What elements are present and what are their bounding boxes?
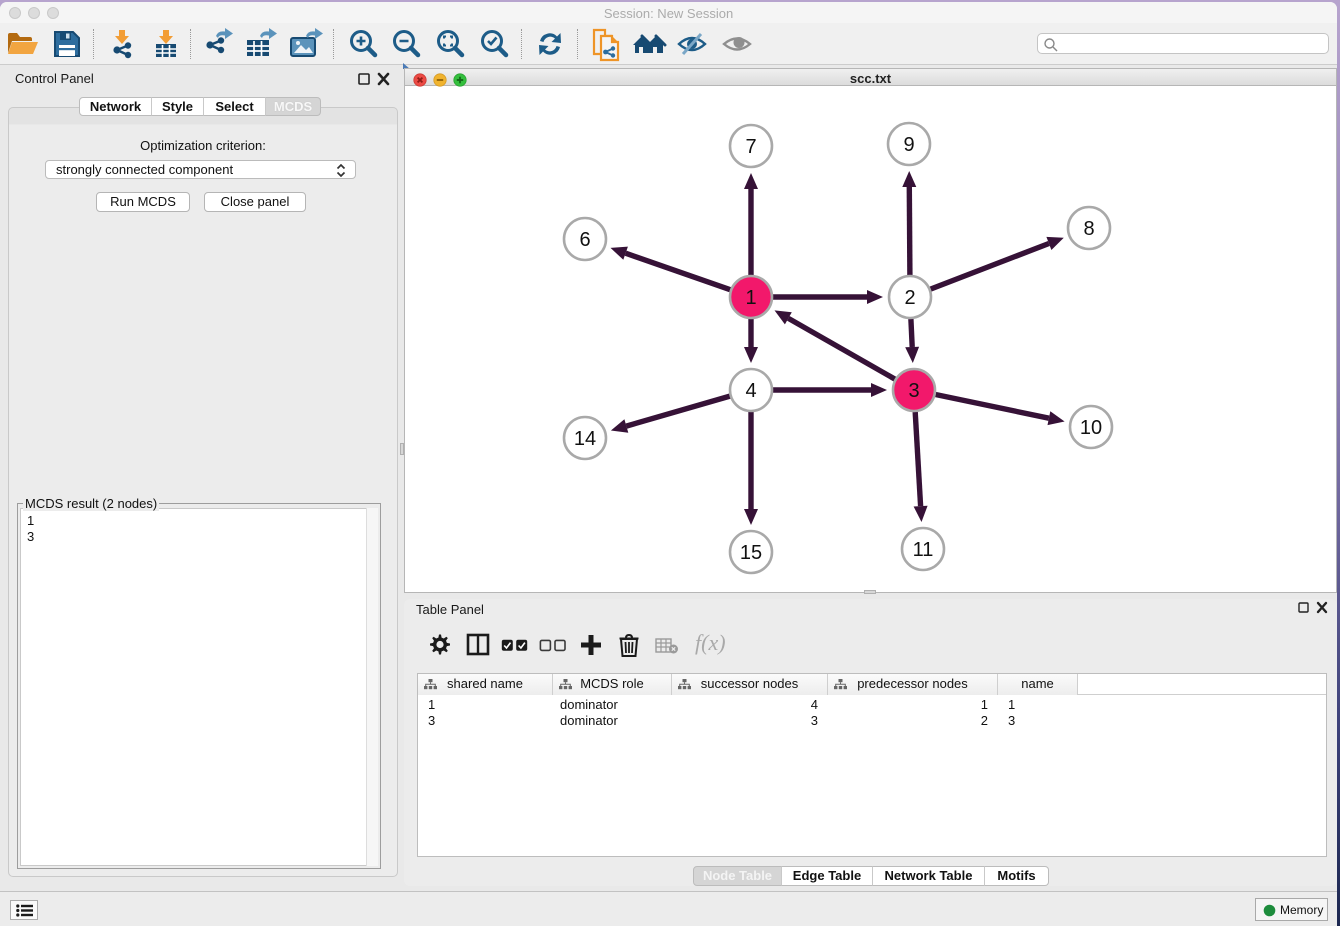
svg-text:4: 4 (745, 380, 756, 402)
svg-text:1: 1 (745, 287, 756, 309)
svg-text:3: 3 (908, 380, 919, 402)
svg-text:6: 6 (579, 229, 590, 251)
svg-text:11: 11 (913, 539, 934, 561)
svg-text:8: 8 (1083, 218, 1094, 240)
svg-text:9: 9 (903, 134, 914, 156)
svg-text:2: 2 (904, 287, 915, 309)
svg-text:15: 15 (740, 542, 762, 564)
svg-text:14: 14 (574, 428, 596, 450)
svg-text:7: 7 (745, 136, 756, 158)
svg-text:10: 10 (1080, 417, 1102, 439)
